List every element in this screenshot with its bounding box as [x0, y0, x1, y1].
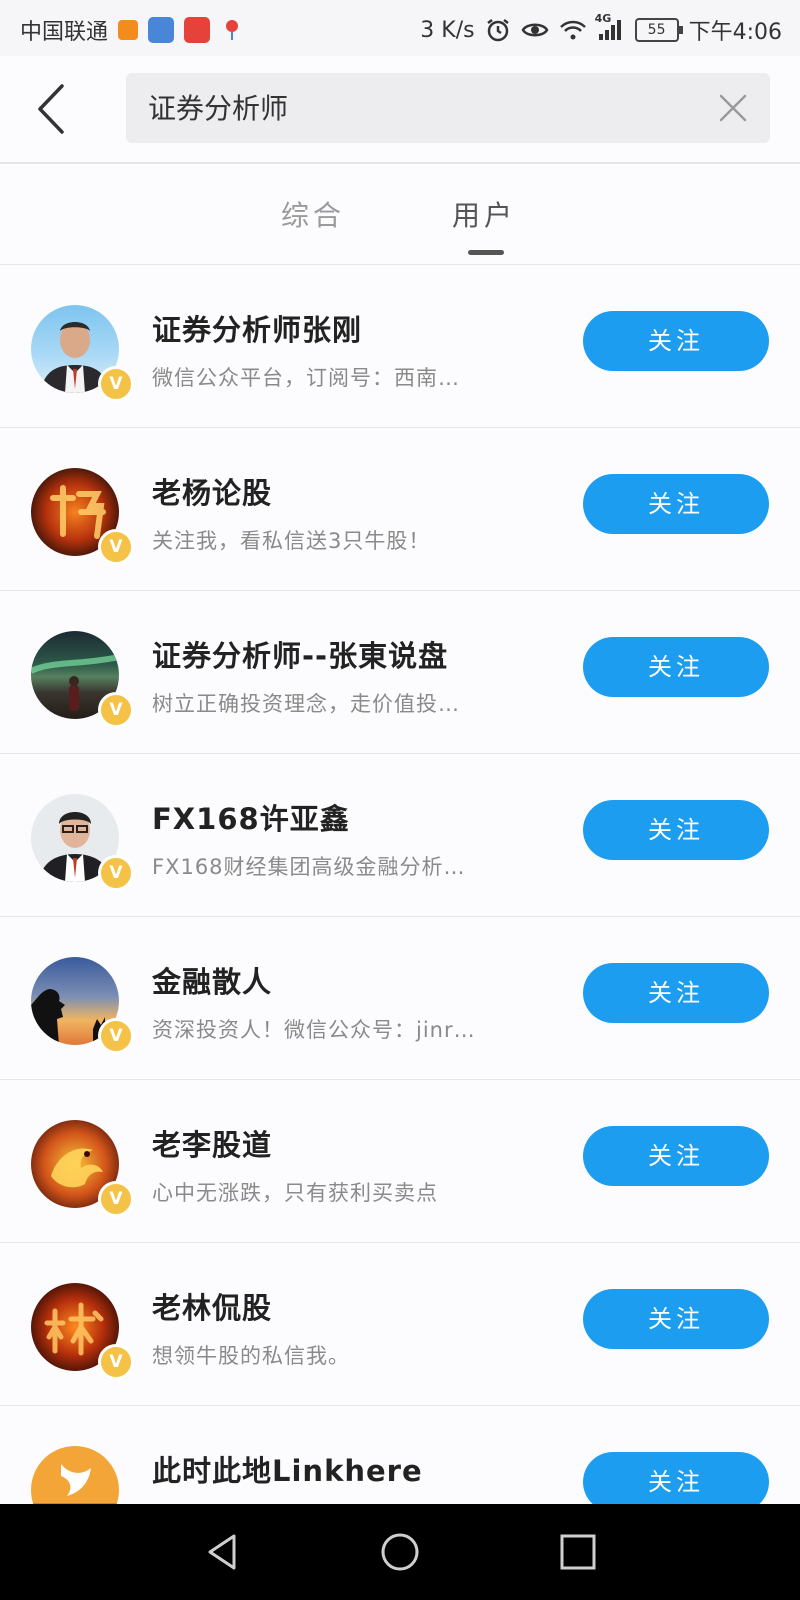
nav-back-button[interactable] [200, 1530, 244, 1574]
notification-app-icon [184, 17, 211, 43]
user-list-item[interactable]: V 老李股道 心中无涨跌，只有获利买卖点 关注 [0, 1080, 800, 1243]
user-name: 老李股道 [152, 1128, 273, 1162]
user-name: 老杨论股 [152, 476, 273, 510]
notification-app-icon [148, 17, 175, 43]
user-name: 证券分析师张刚 [152, 313, 363, 347]
verified-badge-icon: V [98, 1344, 134, 1380]
follow-button[interactable]: 关注 [583, 800, 769, 860]
follow-button[interactable]: 关注 [583, 474, 769, 534]
user-description: FX168财经集团高级金融分析… [152, 855, 466, 879]
search-header [0, 56, 800, 164]
user-list-item[interactable]: V 证券分析师--张東说盘 树立正确投资理念，走价值投… 关注 [0, 591, 800, 754]
clear-search-button[interactable] [718, 93, 748, 123]
follow-button[interactable]: 关注 [583, 311, 769, 371]
notification-app-icon [118, 20, 139, 40]
follow-button[interactable]: 关注 [583, 1452, 769, 1512]
close-icon [718, 94, 748, 127]
search-input[interactable] [146, 73, 690, 145]
network-type-label: 4G [594, 12, 612, 25]
user-description: 树立正确投资理念，走价值投… [152, 692, 460, 716]
user-list-item[interactable]: V 老林侃股 想领牛股的私信我。 关注 [0, 1243, 800, 1406]
location-pin-icon [220, 17, 246, 43]
follow-button[interactable]: 关注 [583, 1289, 769, 1349]
user-description: 心中无涨跌，只有获利买卖点 [152, 1181, 438, 1205]
verified-badge-icon: V [98, 1181, 134, 1217]
user-list-item[interactable]: V 证券分析师张刚 微信公众平台，订阅号：西南… 关注 [0, 265, 800, 428]
follow-button[interactable]: 关注 [583, 1126, 769, 1186]
tab-comprehensive[interactable]: 综合 [281, 194, 345, 234]
status-bar-left: 中国联通 [20, 14, 246, 46]
follow-button[interactable]: 关注 [583, 963, 769, 1023]
user-name: 金融散人 [152, 965, 273, 999]
verified-badge-icon: V [98, 692, 134, 728]
eye-comfort-icon [521, 19, 549, 41]
user-name: 老林侃股 [152, 1291, 273, 1325]
user-result-list: V 证券分析师张刚 微信公众平台，订阅号：西南… 关注 V 老杨论股 关注我，看… [0, 265, 800, 1569]
user-description: 资深投资人！微信公众号：jinr… [152, 1018, 476, 1042]
active-tab-indicator [468, 250, 504, 255]
verified-badge-icon: V [98, 529, 134, 565]
carrier-label: 中国联通 [20, 20, 109, 45]
user-list-item[interactable]: V FX168许亚鑫 FX168财经集团高级金融分析… 关注 [0, 754, 800, 917]
follow-button[interactable]: 关注 [583, 637, 769, 697]
wifi-icon [559, 19, 587, 41]
user-description: 微信公众平台，订阅号：西南… [152, 366, 460, 390]
triangle-back-icon [200, 1534, 244, 1578]
nav-home-button[interactable] [378, 1530, 422, 1574]
user-list-item[interactable]: V 金融散人 资深投资人！微信公众号：jinr… 关注 [0, 917, 800, 1080]
user-name: FX168许亚鑫 [152, 802, 350, 836]
user-description: 关注我，看私信送3只牛股！ [152, 529, 431, 553]
search-box [126, 73, 770, 145]
nav-recents-button[interactable] [556, 1530, 600, 1574]
clock: 下午4:06 [688, 20, 782, 45]
back-button[interactable] [30, 82, 78, 136]
verified-badge-icon: V [98, 855, 134, 891]
verified-badge-icon: V [98, 1018, 134, 1054]
signal-4g-icon: 4G [595, 12, 625, 42]
user-name: 证券分析师--张東说盘 [152, 639, 449, 673]
square-recents-icon [556, 1534, 600, 1578]
system-navigation-bar [0, 1504, 800, 1600]
status-bar: 中国联通 3 K/s 4G 55 下午4:06 [0, 0, 800, 56]
chevron-left-icon [30, 84, 78, 140]
network-speed: 3 K/s [420, 17, 475, 43]
circle-home-icon [378, 1533, 422, 1578]
search-tabs: 综合 用户 [0, 164, 800, 265]
alarm-icon [485, 17, 511, 43]
user-name: 此时此地Linkhere [152, 1454, 423, 1488]
tab-users[interactable]: 用户 [452, 194, 516, 234]
verified-badge-icon: V [98, 366, 134, 402]
user-list-item[interactable]: V 老杨论股 关注我，看私信送3只牛股！ 关注 [0, 428, 800, 591]
status-bar-right: 3 K/s 4G 55 下午4:06 [420, 12, 782, 46]
user-description: 想领牛股的私信我。 [152, 1344, 350, 1368]
battery-icon: 55 [634, 18, 683, 42]
